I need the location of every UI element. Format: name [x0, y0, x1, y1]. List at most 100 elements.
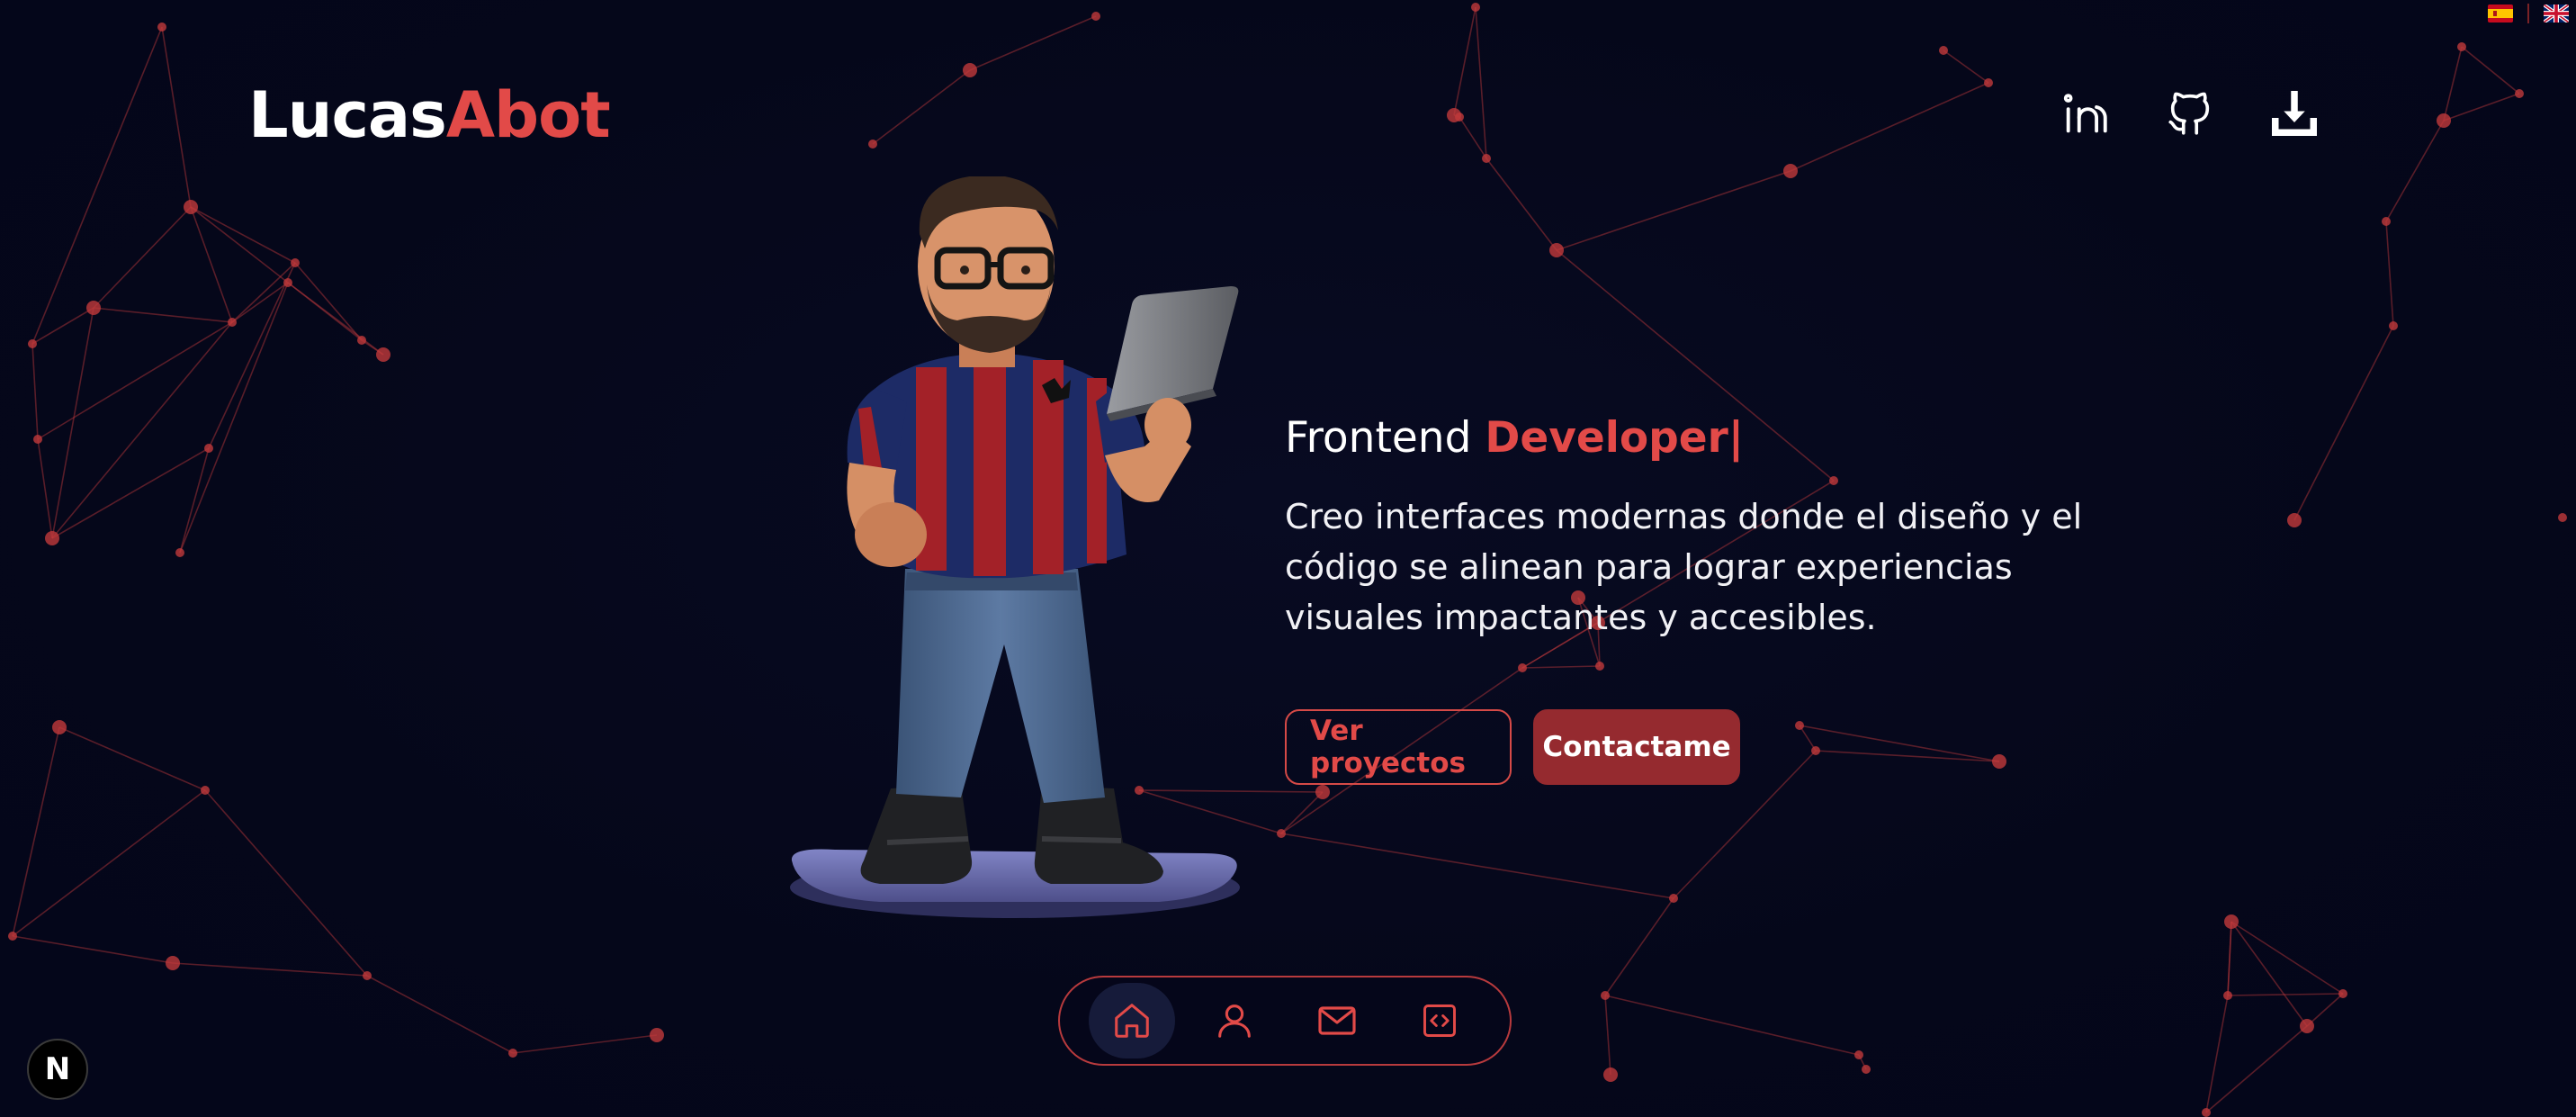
site-logo[interactable]: LucasAbot: [248, 78, 611, 152]
network-node: [2300, 1019, 2314, 1033]
network-node: [2515, 89, 2524, 98]
network-node: [650, 1028, 664, 1042]
network-line: [179, 447, 210, 554]
mail-icon: [1318, 1006, 1356, 1035]
linkedin-link[interactable]: [2059, 86, 2113, 140]
network-node: [8, 932, 17, 941]
view-projects-button[interactable]: Ver proyectos: [1285, 709, 1512, 785]
network-node: [2287, 513, 2302, 527]
network-line: [2230, 921, 2344, 995]
network-line: [1521, 665, 1601, 669]
nav-contact[interactable]: [1294, 983, 1380, 1058]
uk-flag-icon[interactable]: [2544, 5, 2569, 23]
network-node: [2437, 113, 2451, 128]
network-node: [45, 531, 59, 545]
network-node: [283, 278, 292, 287]
network-node: [2338, 989, 2347, 998]
logo-last-name: Abot: [445, 78, 611, 152]
network-node: [508, 1049, 517, 1058]
contact-button[interactable]: Contactame: [1533, 709, 1740, 785]
network-node: [2457, 42, 2466, 51]
network-line: [93, 307, 233, 323]
network-node: [2389, 321, 2398, 330]
hero-actions: Ver proyectos Contactame: [1285, 709, 1740, 785]
download-icon: [2272, 91, 2317, 136]
network-node: [2558, 513, 2567, 522]
network-node: [963, 63, 977, 77]
network-line: [12, 935, 174, 964]
nextjs-dev-badge[interactable]: N: [27, 1039, 88, 1100]
network-line: [2230, 921, 2308, 1027]
bottom-navigation: [1058, 976, 1512, 1066]
network-line: [93, 206, 192, 309]
network-node: [33, 435, 42, 444]
spain-flag-icon[interactable]: [2488, 5, 2513, 23]
network-line: [51, 447, 210, 539]
language-divider: [2527, 4, 2529, 23]
network-line: [31, 343, 39, 440]
network-node: [1595, 662, 1604, 671]
network-node: [52, 720, 67, 734]
network-line: [172, 962, 368, 977]
network-node: [175, 548, 184, 557]
network-line: [2443, 46, 2463, 122]
network-node: [184, 200, 198, 214]
network-node: [1811, 746, 1820, 755]
network-line: [1280, 833, 1674, 899]
developer-avatar-illustration: [790, 176, 1240, 918]
page: LucasAbot Frontend Developer| Creo inter…: [0, 0, 2576, 1117]
hero-content: Frontend Developer| Creo interfaces mode…: [1285, 407, 2113, 643]
network-line: [51, 307, 94, 539]
network-line: [2205, 995, 2229, 1113]
network-node: [228, 318, 237, 327]
network-node: [1795, 721, 1804, 730]
network-node: [201, 786, 210, 795]
network-node: [1984, 78, 1993, 87]
network-line: [1556, 170, 1791, 251]
network-line: [31, 26, 163, 345]
network-node: [1455, 113, 1464, 122]
logo-first-name: Lucas: [248, 78, 447, 152]
network-line: [31, 307, 94, 345]
network-line: [37, 321, 233, 440]
network-line: [208, 262, 296, 449]
network-line: [190, 206, 289, 284]
network-node: [1471, 3, 1480, 12]
role-accent: Developer: [1485, 413, 1728, 463]
network-line: [294, 262, 363, 341]
typing-caret: |: [1728, 413, 1745, 463]
network-line: [204, 789, 368, 977]
nav-about[interactable]: [1191, 983, 1278, 1058]
nav-projects[interactable]: [1396, 983, 1483, 1058]
network-node: [376, 347, 390, 362]
network-node: [2202, 1108, 2211, 1117]
network-line: [2443, 93, 2520, 122]
network-line: [58, 726, 206, 791]
nav-home[interactable]: [1089, 983, 1175, 1058]
network-line: [2461, 46, 2520, 95]
network-node: [1315, 785, 1330, 799]
network-node: [1854, 1050, 1863, 1059]
network-node: [1091, 12, 1100, 21]
code-icon: [1423, 1004, 1456, 1037]
network-node: [1992, 754, 2006, 769]
network-line: [512, 1034, 658, 1054]
network-node: [1783, 164, 1798, 178]
network-line: [1790, 82, 1989, 172]
github-link[interactable]: [2163, 86, 2217, 140]
network-node: [363, 971, 372, 980]
network-line: [2293, 325, 2394, 521]
network-node: [291, 258, 300, 267]
network-node: [2223, 991, 2232, 1000]
network-line: [190, 206, 233, 323]
network-line: [1459, 116, 1487, 159]
network-node: [1862, 1065, 1871, 1074]
network-line: [1604, 995, 1611, 1076]
network-line: [366, 975, 514, 1054]
network-line: [2385, 120, 2445, 222]
network-node: [1518, 663, 1527, 672]
network-line: [872, 69, 971, 145]
download-cv-link[interactable]: [2267, 86, 2321, 140]
network-node: [28, 339, 37, 348]
network-node: [1669, 894, 1678, 903]
